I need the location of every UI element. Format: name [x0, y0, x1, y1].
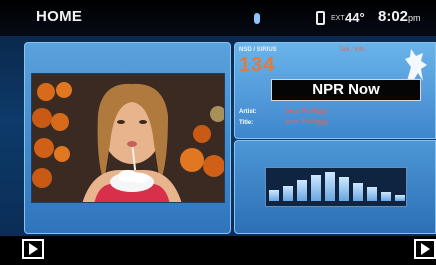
equalizer-bar	[325, 172, 335, 201]
play-icon	[421, 243, 430, 255]
genre-label: Talk / Info	[339, 47, 365, 53]
sirius-dog-icon	[405, 49, 427, 81]
artist-label: Artist:	[239, 109, 257, 115]
title-value: Jess Prolliggs	[285, 119, 329, 126]
equalizer-bar	[381, 192, 391, 201]
play-icon	[29, 243, 38, 255]
equalizer-bar	[353, 183, 363, 201]
clock-time: 8:02	[378, 8, 409, 25]
audio-info-panel[interactable]: NSD / SIRIUS Talk / Info 134 NPR Now Art…	[234, 42, 436, 139]
equalizer-bar	[283, 186, 293, 201]
play-button-right[interactable]	[414, 239, 436, 259]
play-button-left[interactable]	[22, 239, 44, 259]
source-label: NSD / SIRIUS	[239, 47, 277, 53]
video-image	[32, 74, 224, 202]
equalizer-bar	[297, 180, 307, 201]
equalizer-bar	[395, 195, 405, 201]
clock: 8:02pm	[378, 8, 421, 25]
ext-label: EXT	[331, 15, 345, 22]
equalizer-bar	[367, 187, 377, 201]
clock-ampm: pm	[408, 13, 421, 23]
channel-number: 134	[239, 54, 276, 76]
channel-name: NPR Now	[271, 79, 421, 101]
equalizer-bar	[339, 177, 349, 201]
equalizer-panel[interactable]	[234, 140, 436, 234]
outside-temperature: 44°	[345, 10, 365, 25]
infotainment-screen: HOME EXT 44° 8:02pm NSD / SIRIUS Talk / …	[0, 0, 436, 265]
equalizer-display	[265, 167, 407, 207]
bluetooth-icon	[254, 13, 260, 24]
artist-value: Jess Prolliggs	[285, 108, 329, 115]
title-label: Title:	[239, 120, 254, 126]
equalizer-bar	[311, 175, 321, 201]
video-frame[interactable]	[31, 73, 225, 203]
status-bar: HOME EXT 44° 8:02pm	[0, 0, 436, 36]
home-title[interactable]: HOME	[36, 8, 82, 25]
equalizer-bar	[269, 190, 279, 201]
video-panel[interactable]	[24, 42, 231, 234]
phone-icon[interactable]	[316, 11, 325, 25]
bottom-bar	[0, 236, 436, 265]
